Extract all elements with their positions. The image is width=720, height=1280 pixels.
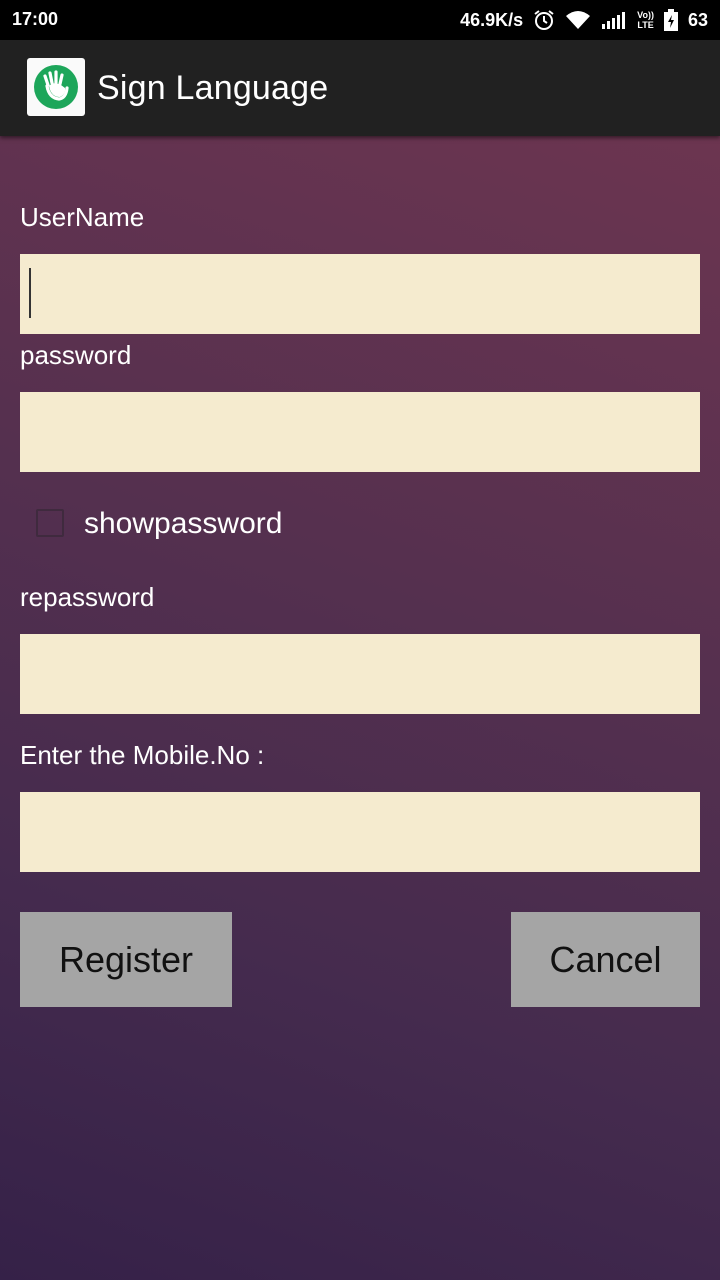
app-bar: Sign Language [0, 40, 720, 136]
volte-bottom-text: LTE [637, 20, 654, 30]
volte-icon: Vo)) LTE [637, 10, 654, 30]
registration-form: UserName password showpassword repasswor… [0, 136, 720, 1280]
status-icons: 46.9K/s Vo)) LTE 63 [460, 7, 708, 33]
show-password-label[interactable]: showpassword [84, 507, 282, 541]
hand-icon [34, 65, 78, 109]
battery-level: 63 [687, 9, 708, 30]
password-label: password [20, 340, 132, 370]
app-title: Sign Language [97, 69, 329, 107]
app-logo [27, 58, 85, 116]
register-button[interactable]: Register [20, 912, 232, 1007]
username-input[interactable] [20, 254, 700, 334]
status-time: 17:00 [12, 9, 59, 29]
network-speed: 46.9K/s [460, 9, 524, 30]
volte-top-text: Vo)) [637, 10, 654, 20]
status-bar: 17:00 46.9K/s Vo)) LTE 63 [0, 0, 720, 40]
cancel-button[interactable]: Cancel [511, 912, 700, 1007]
repassword-label: repassword [20, 582, 155, 612]
mobile-label: Enter the Mobile.No : [20, 740, 265, 770]
repassword-input[interactable] [20, 634, 700, 714]
text-cursor [29, 268, 31, 318]
wifi-icon [565, 10, 591, 30]
signal-icon [601, 10, 627, 30]
alarm-icon [533, 9, 555, 31]
mobile-input[interactable] [20, 792, 700, 872]
show-password-checkbox[interactable] [36, 509, 64, 537]
battery-icon [663, 9, 678, 31]
password-input[interactable] [20, 392, 700, 472]
username-label: UserName [20, 202, 145, 232]
